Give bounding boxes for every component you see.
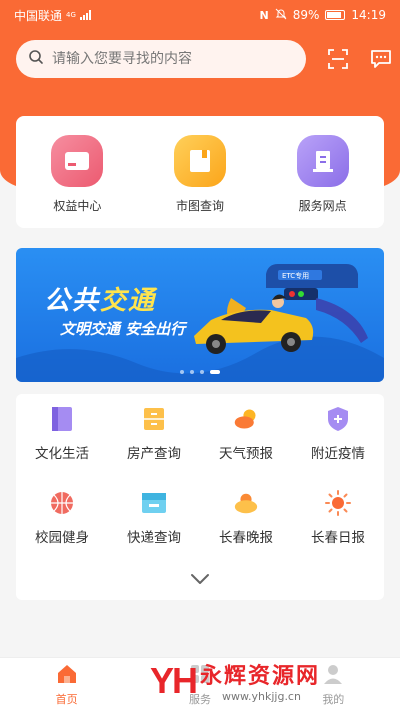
home-icon	[56, 663, 78, 689]
battery-percent: 89%	[292, 8, 320, 22]
quick-link-benefits[interactable]: 权益中心	[27, 134, 127, 214]
service-epidemic[interactable]: 附近疫情	[292, 404, 384, 488]
carousel-dot[interactable]	[180, 370, 184, 374]
status-bar: 中国联通 4G N 89% 14:19	[0, 0, 400, 30]
quick-link-label: 市图查询	[175, 198, 224, 213]
scan-icon[interactable]	[326, 47, 349, 71]
quick-link-label: 服务网点	[298, 198, 347, 213]
search-box[interactable]	[16, 40, 307, 78]
building-icon	[296, 134, 349, 187]
book-icon	[173, 134, 226, 187]
quick-links-card: 权益中心 市图查询 服务网点	[16, 116, 384, 228]
service-weather[interactable]: 天气预报	[200, 404, 292, 488]
watermark: YH 永辉资源网 www.yhkjjg.cn	[150, 658, 321, 704]
user-icon	[322, 663, 344, 689]
service-label: 文化生活	[35, 446, 89, 462]
message-icon[interactable]	[369, 47, 392, 71]
archive-icon	[141, 406, 167, 432]
carousel-dot[interactable]	[190, 370, 194, 374]
services-card: 文化生活 房产查询 天气预报 附近疫情 校园健身 快递查询 长春晚报 长春日报	[16, 394, 384, 600]
basketball-icon	[49, 490, 75, 516]
service-evening-news[interactable]: 长春晚报	[200, 488, 292, 572]
weather-icon	[233, 406, 259, 432]
service-express[interactable]: 快递查询	[108, 488, 200, 572]
service-culture[interactable]: 文化生活	[16, 404, 108, 488]
search-row	[16, 40, 392, 78]
service-housing[interactable]: 房产查询	[108, 404, 200, 488]
chevron-down-icon[interactable]	[190, 570, 210, 589]
quick-link-library[interactable]: 市图查询	[150, 134, 250, 214]
clock: 14:19	[351, 8, 386, 22]
services-grid: 文化生活 房产查询 天气预报 附近疫情 校园健身 快递查询 长春晚报 长春日报	[16, 394, 384, 572]
nfc-icon: N	[259, 8, 269, 22]
carousel-dot-active[interactable]	[210, 370, 220, 374]
service-label: 天气预报	[219, 446, 273, 462]
tab-label: 首页	[55, 692, 78, 706]
watermark-name: 永辉资源网	[200, 664, 321, 689]
quick-link-service-points[interactable]: 服务网点	[273, 134, 373, 214]
banner-title: 公共交通	[44, 280, 156, 317]
service-label: 校园健身	[35, 530, 89, 546]
watermark-url: www.yhkjjg.cn	[222, 690, 301, 703]
service-daily-news[interactable]: 长春日报	[292, 488, 384, 572]
book-icon	[49, 406, 75, 432]
tab-label: 我的	[322, 692, 345, 706]
service-label: 房产查询	[127, 446, 181, 462]
carrier-label: 中国联通	[14, 8, 63, 23]
promo-banner[interactable]: 公共交通 文明交通 安全出行 ETC专用	[16, 248, 384, 382]
network-label: 4G	[66, 11, 76, 19]
sun-icon	[325, 490, 351, 516]
carousel-dots	[16, 370, 384, 374]
service-label: 长春日报	[311, 530, 365, 546]
service-fitness[interactable]: 校园健身	[16, 488, 108, 572]
banner-title-part1: 公共	[44, 286, 101, 316]
search-input[interactable]	[52, 51, 292, 67]
card-icon	[51, 134, 104, 187]
battery-icon	[325, 10, 346, 20]
mute-icon	[275, 8, 287, 23]
sun-cloud-icon	[233, 490, 259, 516]
banner-subtitle: 文明交通 安全出行	[60, 320, 186, 338]
banner-sign: ETC专用	[282, 272, 310, 280]
watermark-logo: YH	[150, 659, 198, 701]
service-label: 长春晚报	[219, 530, 273, 546]
banner-title-part2: 交通	[100, 286, 157, 316]
service-label: 附近疫情	[311, 446, 365, 462]
shield-plus-icon	[325, 406, 351, 432]
signal-icon	[79, 10, 91, 20]
package-icon	[141, 490, 167, 516]
quick-link-label: 权益中心	[53, 198, 102, 213]
carousel-dot[interactable]	[200, 370, 204, 374]
tab-home[interactable]: 首页	[7, 663, 127, 707]
search-icon	[28, 49, 44, 69]
service-label: 快递查询	[127, 530, 181, 546]
